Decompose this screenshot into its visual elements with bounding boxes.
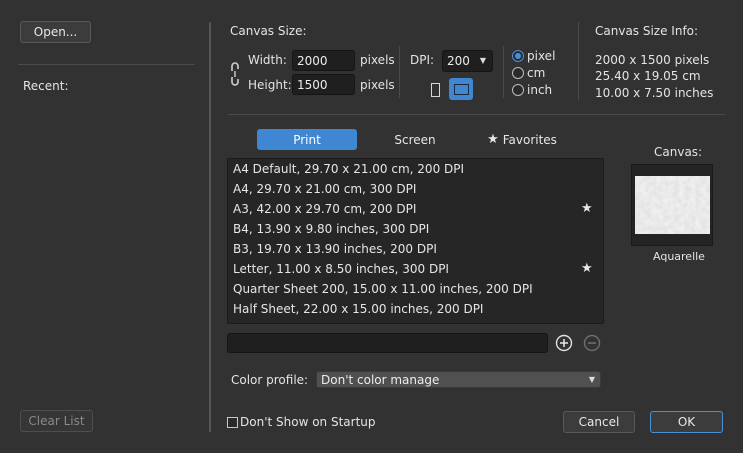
favorite-star-icon[interactable]: ★ — [581, 201, 593, 216]
tab-screen[interactable]: Screen — [370, 129, 460, 150]
chevron-down-icon: ▼ — [588, 375, 595, 384]
unit-pixel-label[interactable]: pixel — [527, 49, 555, 63]
chevron-down-icon: ▼ — [479, 56, 486, 65]
tab-favorites[interactable]: ★ Favorites — [482, 129, 562, 150]
dpi-separator-left — [399, 46, 400, 98]
portrait-icon — [430, 82, 440, 97]
tab-print[interactable]: Print — [257, 129, 357, 150]
info-pixels: 2000 x 1500 pixels — [595, 53, 710, 67]
recent-label: Recent: — [23, 79, 69, 93]
list-item[interactable]: A4, 29.70 x 21.00 cm, 300 DPI — [233, 179, 416, 199]
preset-list[interactable]: A4 Default, 29.70 x 21.00 cm, 200 DPI A4… — [227, 158, 604, 324]
height-label: Height: — [248, 78, 292, 92]
dpi-value: 200 — [447, 54, 470, 68]
list-item[interactable]: A4 Default, 29.70 x 21.00 cm, 200 DPI — [233, 159, 464, 179]
unit-inch-radio[interactable] — [512, 84, 524, 96]
clear-list-button[interactable]: Clear List — [20, 410, 93, 432]
color-profile-label: Color profile: — [231, 373, 309, 387]
list-item[interactable]: B3, 19.70 x 13.90 inches, 200 DPI — [233, 239, 437, 259]
info-inches: 10.00 x 7.50 inches — [595, 86, 714, 100]
unit-cm-radio[interactable] — [512, 67, 524, 79]
dont-show-checkbox[interactable] — [227, 417, 238, 428]
dpi-label: DPI: — [410, 53, 435, 67]
remove-preset-icon[interactable] — [583, 334, 601, 352]
sidebar-separator — [209, 22, 211, 432]
width-unit-label: pixels — [360, 53, 395, 67]
list-item[interactable]: B4, 13.90 x 9.80 inches, 300 DPI — [233, 219, 429, 239]
portrait-orientation-button[interactable] — [426, 79, 444, 100]
dpi-separator-right — [503, 46, 504, 98]
color-profile-select[interactable]: Don't color manage ▼ — [316, 371, 601, 388]
dpi-select[interactable]: 200 ▼ — [442, 50, 493, 72]
open-button[interactable]: Open... — [20, 21, 91, 43]
favorite-star-icon[interactable]: ★ — [581, 261, 593, 276]
top-section-divider — [228, 114, 725, 115]
list-item[interactable]: Letter, 11.00 x 8.50 inches, 300 DPI — [233, 259, 449, 279]
canvas-size-title: Canvas Size: — [230, 24, 307, 38]
canvas-size-info-title: Canvas Size Info: — [595, 24, 699, 38]
info-cm: 25.40 x 19.05 cm — [595, 69, 701, 83]
ok-button[interactable]: OK — [650, 411, 723, 433]
unit-inch-label[interactable]: inch — [527, 83, 552, 97]
unit-cm-label[interactable]: cm — [527, 66, 545, 80]
star-icon: ★ — [487, 132, 499, 147]
list-item[interactable]: Half Sheet, 22.00 x 15.00 inches, 200 DP… — [233, 299, 483, 319]
list-item[interactable]: Quarter Sheet 200, 15.00 x 11.00 inches,… — [233, 279, 533, 299]
canvas-preview-title: Canvas: — [654, 145, 703, 159]
width-input[interactable]: 2000 — [292, 50, 355, 71]
landscape-icon — [453, 83, 469, 95]
landscape-orientation-button[interactable] — [449, 78, 473, 100]
width-label: Width: — [248, 53, 287, 67]
aquarelle-texture-image — [635, 176, 710, 234]
chain-link-icon[interactable] — [229, 61, 241, 87]
height-input[interactable]: 1500 — [292, 74, 355, 95]
unit-pixel-radio[interactable] — [512, 50, 524, 62]
color-profile-value: Don't color manage — [321, 372, 440, 387]
preset-name-input[interactable] — [227, 333, 548, 353]
sidebar-divider — [18, 64, 195, 65]
list-item[interactable]: A3, 42.00 x 29.70 cm, 200 DPI — [233, 199, 416, 219]
height-unit-label: pixels — [360, 78, 395, 92]
add-preset-icon[interactable] — [555, 334, 573, 352]
canvas-texture-name: Aquarelle — [653, 250, 705, 263]
info-separator — [578, 22, 579, 100]
canvas-texture-preview[interactable] — [631, 164, 713, 246]
dont-show-label[interactable]: Don't Show on Startup — [240, 415, 376, 429]
cancel-button[interactable]: Cancel — [563, 411, 635, 433]
tab-favorites-label: Favorites — [502, 132, 557, 147]
